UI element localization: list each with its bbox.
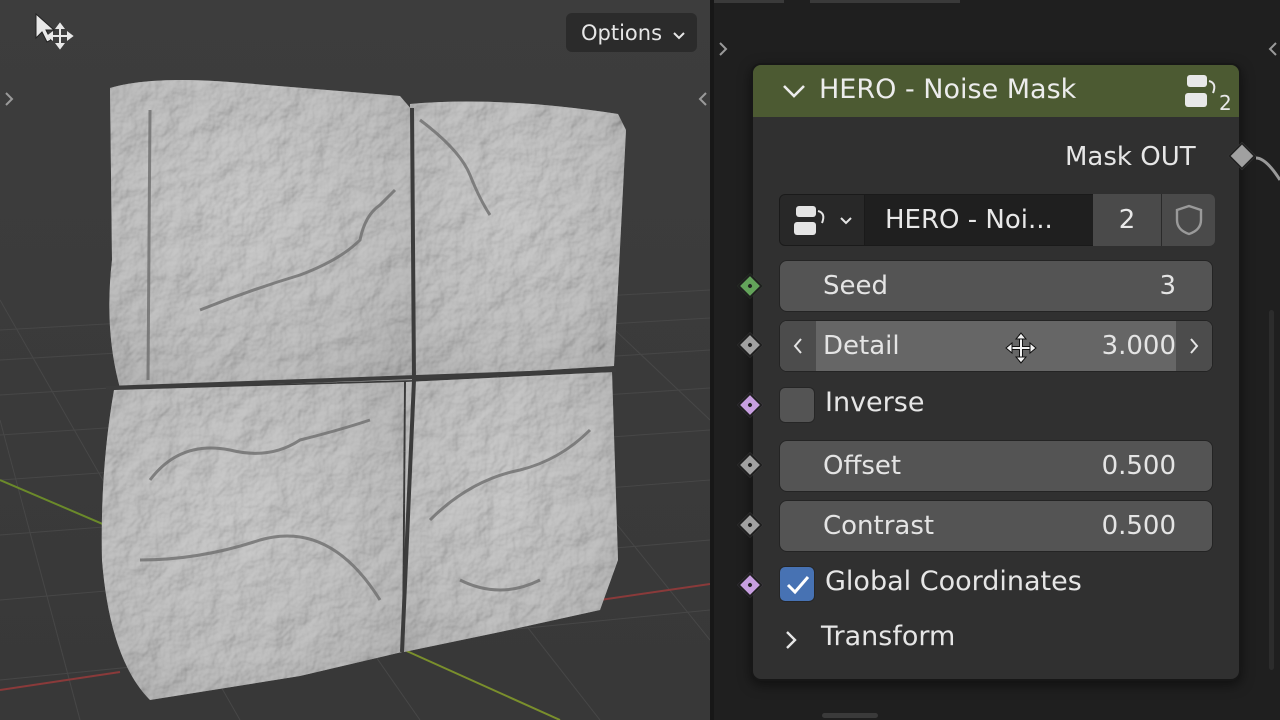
output-label-mask-out: Mask OUT [1065, 142, 1196, 172]
node-group-icon [1183, 71, 1219, 115]
chevron-down-icon [671, 24, 687, 48]
fake-user-button[interactable] [1161, 194, 1215, 246]
node-editor[interactable]: HERO - Noise Mask 2 Mask OUT HERO - Noi.… [714, 0, 1280, 720]
viewport-scene [0, 0, 710, 720]
detail-value: 3.000 [1101, 331, 1176, 361]
node-group-name-field[interactable]: HERO - Noi... [865, 194, 1093, 246]
seed-label: Seed [823, 271, 888, 301]
detail-label: Detail [823, 331, 900, 361]
contrast-value: 0.500 [1101, 511, 1176, 541]
contrast-field[interactable]: Contrast 0.500 [779, 500, 1213, 552]
seed-value: 3 [1159, 271, 1176, 301]
increment-arrow[interactable] [1176, 321, 1212, 371]
transform-label: Transform [821, 621, 956, 652]
toolbar-expand-icon[interactable] [2, 88, 16, 110]
offset-field[interactable]: Offset 0.500 [779, 440, 1213, 492]
chevron-down-icon [840, 217, 852, 225]
node-sidebar-expand-icon[interactable] [1266, 38, 1280, 60]
contrast-label: Contrast [823, 511, 935, 541]
node-title: HERO - Noise Mask [819, 74, 1077, 105]
inverse-checkbox[interactable] [779, 387, 815, 423]
vertical-scrollbar[interactable] [1269, 310, 1274, 670]
chevron-right-icon [786, 631, 797, 649]
offset-value: 0.500 [1101, 451, 1176, 481]
global-coordinates-checkbox[interactable] [779, 566, 815, 602]
browse-node-group-button[interactable] [779, 194, 865, 246]
seed-field[interactable]: Seed 3 [779, 260, 1213, 312]
header-strip [714, 0, 784, 3]
header-strip [810, 0, 960, 3]
decrement-arrow[interactable] [780, 321, 816, 371]
detail-field[interactable]: Detail 3.000 [779, 320, 1213, 372]
horizontal-scrollbar[interactable] [822, 713, 878, 718]
resize-cursor-icon [1004, 331, 1038, 369]
node-user-count: 2 [1219, 91, 1232, 115]
3d-viewport[interactable]: Options [0, 0, 710, 720]
sidebar-expand-icon[interactable] [696, 88, 710, 110]
collapse-chevron-icon[interactable] [781, 79, 807, 107]
checkmark-icon [786, 576, 810, 595]
move-tool-icon[interactable] [30, 12, 78, 54]
offset-label: Offset [823, 451, 902, 481]
options-dropdown[interactable]: Options [566, 13, 697, 52]
node-header[interactable]: HERO - Noise Mask 2 [753, 65, 1239, 117]
options-label: Options [581, 20, 663, 45]
global-coordinates-label: Global Coordinates [825, 566, 1082, 597]
inverse-label: Inverse [825, 387, 925, 418]
group-node[interactable]: HERO - Noise Mask 2 Mask OUT HERO - Noi.… [751, 63, 1241, 681]
node-group-selector: HERO - Noi... 2 [779, 194, 1215, 246]
stone-mesh [101, 80, 626, 700]
shield-icon [1175, 204, 1203, 236]
node-group-users-button[interactable]: 2 [1093, 194, 1161, 246]
noodle-link [1255, 156, 1280, 181]
node-toolbar-expand-icon[interactable] [716, 38, 730, 60]
